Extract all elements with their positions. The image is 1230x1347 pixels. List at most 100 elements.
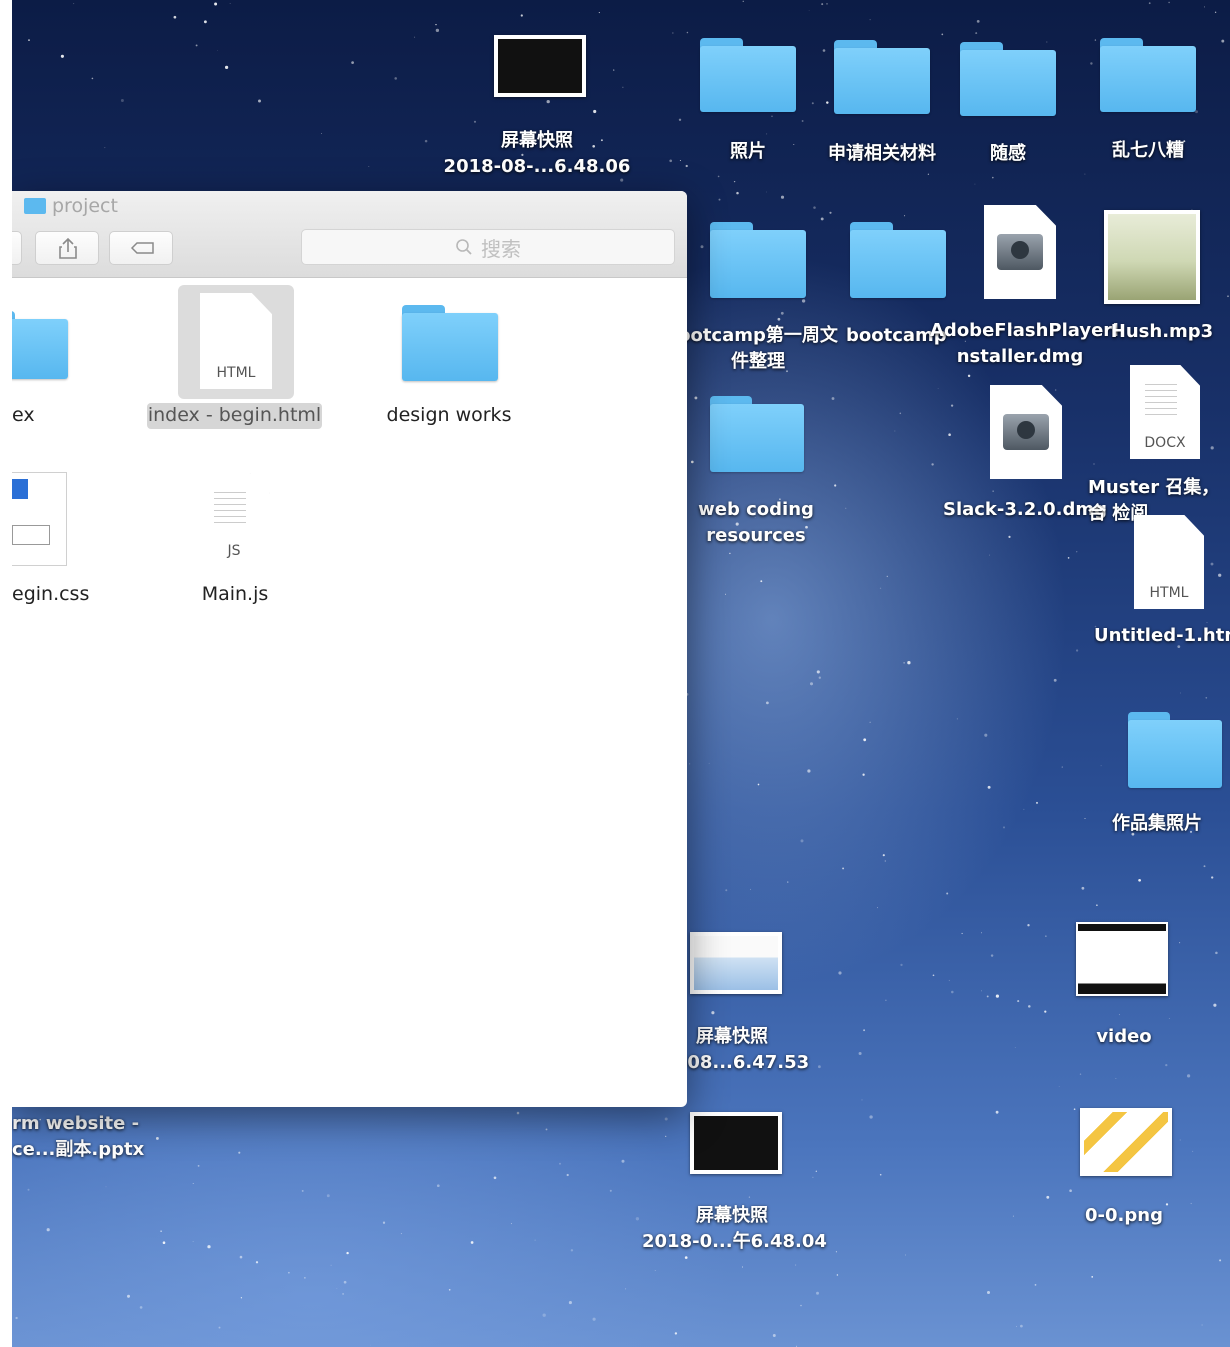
- untitled-html-icon[interactable]: HTML: [1134, 515, 1204, 609]
- slack-dmg-icon[interactable]: [990, 385, 1062, 479]
- star: [1168, 1018, 1170, 1019]
- folder-portfolio-icon[interactable]: [1128, 712, 1222, 788]
- folder-bootcamp-week1-icon[interactable]: [710, 222, 806, 298]
- screenshot-2-thumbnail[interactable]: [690, 932, 782, 994]
- star: [126, 1294, 131, 1298]
- star: [882, 854, 885, 857]
- star: [976, 20, 980, 23]
- star: [1100, 765, 1102, 767]
- star: [240, 1297, 243, 1299]
- share-button[interactable]: [35, 231, 99, 265]
- star: [203, 20, 207, 24]
- png-label: 0-0.png: [1085, 1205, 1163, 1226]
- star: [801, 299, 806, 303]
- html-file-icon[interactable]: HTML: [200, 293, 272, 389]
- star: [879, 587, 882, 589]
- star: [162, 1241, 166, 1244]
- star: [771, 115, 773, 118]
- star: [1213, 1003, 1217, 1007]
- star: [239, 1255, 243, 1259]
- screenshot-3-thumbnail[interactable]: [690, 1112, 782, 1174]
- star: [1211, 876, 1214, 879]
- star: [686, 31, 689, 34]
- pptx-label: rm website - ce...副本.pptx: [12, 1113, 145, 1160]
- star: [1214, 11, 1217, 13]
- search-field[interactable]: 搜索: [301, 229, 675, 265]
- star: [1205, 696, 1208, 699]
- window-title: project: [24, 195, 118, 217]
- begin-css-label[interactable]: egin.css: [12, 583, 89, 605]
- folder-web-coding-icon[interactable]: [710, 396, 804, 472]
- star: [986, 1290, 991, 1295]
- index-begin-html-label[interactable]: index - begin.html: [147, 404, 322, 426]
- png-thumbnail[interactable]: [1080, 1108, 1172, 1176]
- star: [858, 1051, 862, 1056]
- star: [197, 1164, 200, 1167]
- index-folder-label[interactable]: ex: [12, 404, 35, 426]
- tag-button[interactable]: [109, 231, 173, 265]
- star: [981, 932, 982, 934]
- star: [826, 101, 829, 104]
- star: [750, 888, 751, 890]
- star: [821, 3, 824, 6]
- star: [568, 1301, 572, 1305]
- index-folder-icon[interactable]: [12, 311, 68, 379]
- css-file-icon[interactable]: [12, 473, 66, 565]
- star: [1002, 826, 1006, 829]
- star: [811, 102, 814, 105]
- muster-docx-icon[interactable]: DOCX: [1130, 365, 1200, 459]
- star: [818, 676, 821, 679]
- star: [414, 36, 416, 38]
- star: [725, 889, 728, 892]
- folder-bootcamp-icon[interactable]: [850, 222, 946, 298]
- design-works-folder-icon[interactable]: [402, 305, 498, 381]
- hush-mp3-label: Hush.mp3: [1110, 321, 1214, 342]
- star: [741, 1266, 743, 1268]
- star: [1165, 1063, 1168, 1067]
- folder-photos-icon[interactable]: [700, 38, 796, 112]
- star: [1061, 766, 1064, 768]
- star: [700, 245, 704, 249]
- star: [718, 198, 721, 201]
- hush-mp3-artwork[interactable]: [1104, 210, 1200, 304]
- star: [975, 32, 978, 35]
- folder-thoughts-icon[interactable]: [960, 42, 1056, 116]
- screenshot-1-thumbnail[interactable]: [494, 35, 586, 97]
- js-file-icon[interactable]: JS: [198, 473, 270, 567]
- search-icon: [456, 239, 472, 255]
- star: [73, 3, 75, 5]
- star: [694, 396, 698, 400]
- star: [937, 388, 939, 390]
- star: [195, 44, 198, 47]
- star: [1148, 2, 1151, 5]
- star: [559, 1162, 561, 1165]
- star: [800, 1304, 802, 1307]
- finder-window[interactable]: project 搜索 ex HTML index - begin.html de…: [12, 191, 687, 1107]
- star: [493, 1176, 497, 1180]
- star: [1044, 1010, 1047, 1013]
- design-works-label[interactable]: design works: [378, 404, 520, 426]
- star: [748, 1196, 751, 1198]
- star: [742, 0, 744, 2]
- adobe-flash-dmg-icon[interactable]: [984, 205, 1056, 299]
- folder-application-icon[interactable]: [834, 40, 930, 114]
- star: [229, 3, 231, 4]
- star: [815, 1170, 817, 1172]
- main-js-label[interactable]: Main.js: [182, 583, 288, 605]
- star: [877, 907, 878, 909]
- video-thumbnail[interactable]: [1076, 922, 1168, 996]
- star: [725, 593, 726, 595]
- screenshot-3-label: 屏幕快照 2018-0...午6.48.04: [642, 1205, 827, 1252]
- star: [635, 1217, 640, 1221]
- folder-portfolio-label: 作品集照片: [1112, 813, 1202, 834]
- star: [995, 1110, 999, 1114]
- finder-toolbar: project 搜索: [12, 191, 687, 278]
- view-toggle-button[interactable]: [12, 231, 22, 265]
- folder-web-coding-label: web coding resources: [698, 499, 814, 546]
- star: [1036, 801, 1038, 804]
- folder-misc-icon[interactable]: [1100, 38, 1196, 112]
- star: [91, 77, 94, 80]
- star: [995, 994, 999, 998]
- star: [160, 1230, 162, 1232]
- star: [685, 164, 688, 168]
